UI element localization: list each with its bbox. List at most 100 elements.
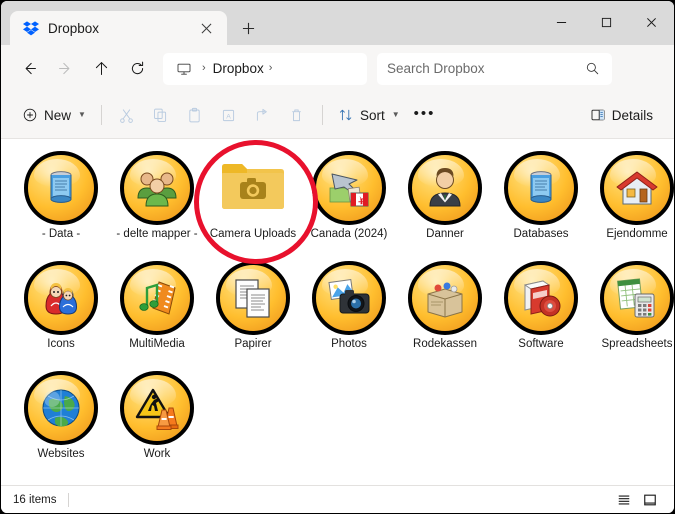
documents-icon <box>231 276 275 320</box>
file-item-label: Websites <box>14 448 108 461</box>
breadcrumb-separator-1: › <box>199 63 211 74</box>
file-item-label: Software <box>494 338 588 351</box>
file-item-label: Canada (2024) <box>302 228 396 241</box>
file-item-label: Rodekassen <box>398 338 492 351</box>
search-input[interactable] <box>387 61 582 76</box>
file-item[interactable]: Ejendomme <box>589 147 674 255</box>
chevron-down-icon: ▼ <box>77 111 86 119</box>
address-bar[interactable]: › Dropbox › <box>163 53 367 85</box>
file-item[interactable]: Photos <box>301 257 397 365</box>
details-pane-button[interactable]: Details <box>583 99 660 131</box>
folder-disc <box>600 151 674 225</box>
search-box[interactable] <box>377 53 612 85</box>
new-tab-button[interactable] <box>231 11 265 45</box>
file-item[interactable]: Danner <box>397 147 493 255</box>
details-view-button[interactable] <box>638 489 662 511</box>
file-item[interactable]: MultiMedia <box>109 257 205 365</box>
breadcrumb-separator-2[interactable]: › <box>266 63 278 74</box>
file-item[interactable]: Papirer <box>205 257 301 365</box>
folder-disc <box>120 151 194 225</box>
house-icon <box>615 166 659 210</box>
back-button[interactable] <box>11 53 47 85</box>
this-pc-icon[interactable] <box>171 56 197 82</box>
list-view-button[interactable] <box>612 489 636 511</box>
file-item[interactable]: Work <box>109 367 205 475</box>
tab-dropbox[interactable]: Dropbox <box>10 11 227 45</box>
file-item[interactable]: Software <box>493 257 589 365</box>
details-button-label: Details <box>612 108 653 123</box>
item-count-label: 16 items <box>13 494 56 506</box>
forward-button[interactable] <box>47 53 83 85</box>
file-item[interactable]: Rodekassen <box>397 257 493 365</box>
minimize-button[interactable] <box>539 1 584 43</box>
folder-disc <box>408 151 482 225</box>
file-item-label: Danner <box>398 228 492 241</box>
file-item-label: - Data - <box>14 228 108 241</box>
up-button[interactable] <box>83 53 119 85</box>
file-item[interactable]: Databases <box>493 147 589 255</box>
status-divider <box>68 493 69 507</box>
rename-button[interactable]: A <box>212 99 246 131</box>
cut-button[interactable] <box>110 99 144 131</box>
navigation-bar: › Dropbox › <box>1 45 674 92</box>
new-button[interactable]: New ▼ <box>15 99 93 131</box>
construction-icon <box>135 386 179 430</box>
folder-disc <box>120 371 194 445</box>
folder-disc <box>504 151 578 225</box>
ellipsis-icon: ••• <box>414 106 436 125</box>
breadcrumb-dropbox[interactable]: Dropbox <box>213 61 264 76</box>
folder-disc <box>600 261 674 335</box>
more-options-button[interactable]: ••• <box>407 99 443 131</box>
sort-button[interactable]: Sort ▼ <box>331 99 407 131</box>
globe-icon <box>39 386 83 430</box>
tab-title: Dropbox <box>48 21 186 36</box>
camera-folder-icon <box>216 151 290 225</box>
file-item-label: Work <box>110 448 204 461</box>
folder-grid: - Data - - delte mapper - Camera Uploads <box>1 147 674 475</box>
status-bar: 16 items <box>1 485 674 513</box>
search-icon[interactable] <box>582 59 602 79</box>
file-item[interactable]: Spreadsheets <box>589 257 674 365</box>
paste-button[interactable] <box>178 99 212 131</box>
file-item[interactable]: - delte mapper - <box>109 147 205 255</box>
person-icon <box>423 166 467 210</box>
svg-text:A: A <box>227 113 232 120</box>
new-button-label: New <box>44 108 71 123</box>
window-controls <box>539 1 674 43</box>
refresh-button[interactable] <box>119 53 155 85</box>
file-list-area[interactable]: - Data - - delte mapper - Camera Uploads <box>1 139 674 485</box>
folder-disc <box>24 151 98 225</box>
share-button[interactable] <box>246 99 280 131</box>
file-item-label: Spreadsheets <box>590 338 674 351</box>
close-window-button[interactable] <box>629 1 674 43</box>
file-item[interactable]: Canada (2024) <box>301 147 397 255</box>
close-tab-icon[interactable] <box>195 17 217 39</box>
file-item[interactable]: Icons <box>13 257 109 365</box>
delete-button[interactable] <box>280 99 314 131</box>
file-item-label: Icons <box>14 338 108 351</box>
maximize-button[interactable] <box>584 1 629 43</box>
can-icon <box>39 166 83 210</box>
can-icon <box>519 166 563 210</box>
matryoshka-icon <box>39 276 83 320</box>
spreadsheet-icon <box>615 276 659 320</box>
dropbox-icon <box>22 20 39 37</box>
file-item-label: Camera Uploads <box>206 228 300 241</box>
tab-strip: Dropbox <box>1 1 265 45</box>
file-item[interactable]: - Data - <box>13 147 109 255</box>
folder-disc <box>312 261 386 335</box>
folder-disc <box>24 371 98 445</box>
file-item-label: Papirer <box>206 338 300 351</box>
folder-disc <box>312 151 386 225</box>
file-item[interactable]: Camera Uploads <box>205 147 301 255</box>
file-item[interactable]: Websites <box>13 367 109 475</box>
file-item-label: Databases <box>494 228 588 241</box>
folder-disc <box>504 261 578 335</box>
photo-camera-icon <box>327 276 371 320</box>
music-film-icon <box>135 276 179 320</box>
title-bar: Dropbox <box>1 1 674 45</box>
software-cd-icon <box>519 276 563 320</box>
folder-disc <box>408 261 482 335</box>
file-item-label: Photos <box>302 338 396 351</box>
copy-button[interactable] <box>144 99 178 131</box>
